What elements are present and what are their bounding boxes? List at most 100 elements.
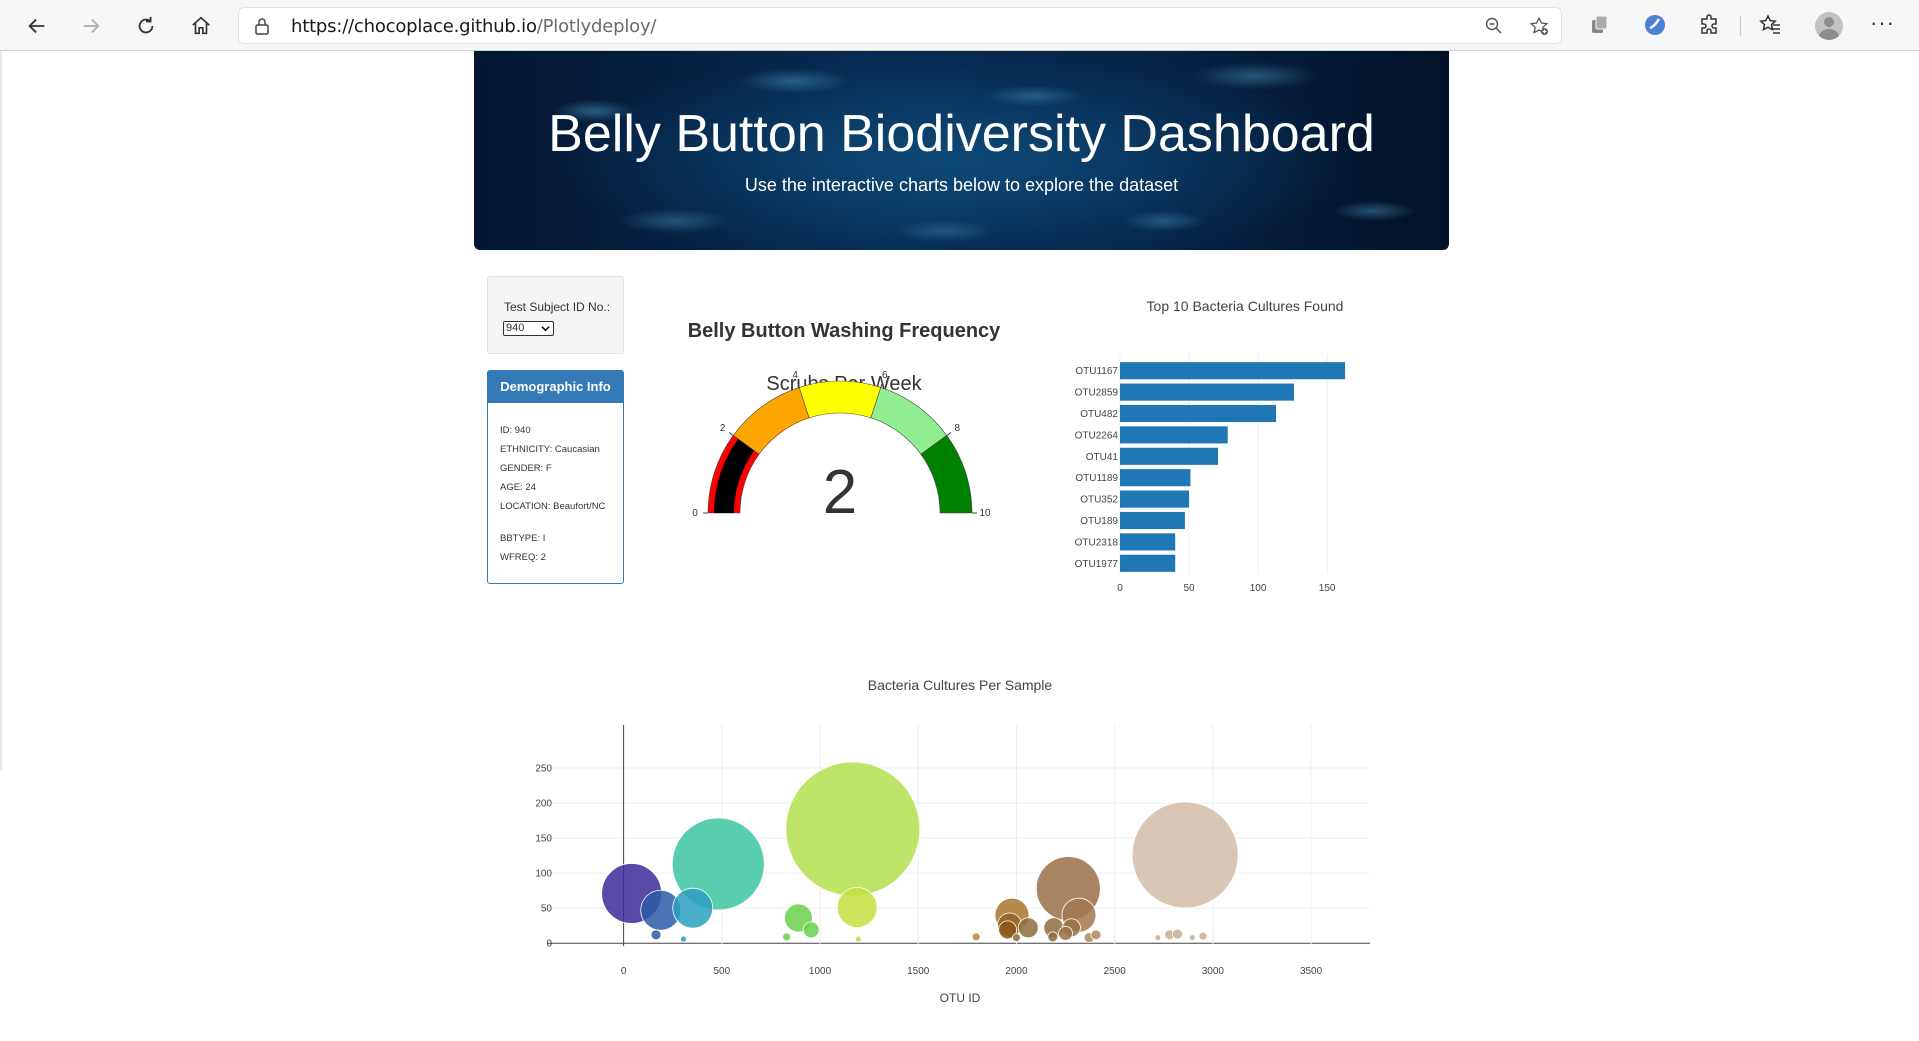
bubble-x-tick-label: 2000 (1005, 966, 1028, 977)
bubble-otu-1195[interactable] (854, 935, 862, 943)
gauge-band-2 (798, 380, 882, 419)
bubble-otu-2950[interactable] (1198, 931, 1208, 941)
washing-frequency-gauge: Belly Button Washing Frequency Scrubs Pe… (688, 320, 1001, 527)
bar-category-label: OTU482 (1080, 409, 1118, 420)
gauge-tick-label: 6 (882, 370, 888, 381)
bubble-otu-1189[interactable] (836, 887, 878, 928)
bar-OTU1167[interactable] (1120, 362, 1346, 380)
browser-toolbar: https://chocoplace.github.io/Plotlydeplo… (0, 0, 1919, 51)
url-text: https://chocoplace.github.io/Plotlydeplo… (291, 16, 656, 37)
bubble-otu-955[interactable] (802, 921, 820, 939)
bubble-otu-830[interactable] (782, 932, 792, 942)
gauge-tick-label: 4 (792, 370, 798, 381)
refresh-button[interactable] (128, 8, 164, 44)
bar-category-label: OTU41 (1086, 452, 1119, 463)
page-subtitle: Use the interactive charts below to expl… (744, 175, 1179, 195)
bubble-otu-2000[interactable] (1012, 933, 1021, 942)
favorites-icon[interactable] (1758, 13, 1782, 37)
home-icon (192, 16, 210, 35)
bar-category-label: OTU1189 (1075, 473, 1118, 484)
bubble-otu-1795[interactable] (971, 932, 981, 942)
bubble-otu-2820[interactable] (1172, 928, 1183, 940)
extension-swirl-icon[interactable] (1643, 13, 1667, 37)
bubble-otu-2859[interactable] (1131, 801, 1239, 909)
bubble-x-tick-label: 2500 (1104, 966, 1127, 977)
bubble-x-tick-label: 500 (713, 966, 730, 977)
bar-category-label: OTU2859 (1075, 388, 1119, 399)
bubble-otu-352[interactable] (672, 887, 714, 929)
forward-button[interactable] (73, 8, 109, 44)
zoom-icon[interactable] (1484, 16, 1504, 36)
gauge-tick-label: 2 (720, 423, 726, 434)
bubble-otu-2060[interactable] (1017, 917, 1039, 939)
bar-OTU41[interactable] (1120, 447, 1219, 465)
add-favorite-icon[interactable] (1529, 16, 1549, 36)
gauge-title: Belly Button Washing Frequency (688, 320, 1001, 342)
gauge-tick-label: 10 (979, 508, 991, 519)
gauge-tick-label: 8 (955, 423, 961, 434)
header-banner: Belly Button Biodiversity Dashboard Use … (474, 51, 1449, 250)
bubble-x-tick-label: 0 (621, 966, 627, 977)
url-path: /Plotlydeploy/ (536, 16, 657, 37)
gauge-value: 2 (823, 458, 857, 527)
demographic-panel: Demographic Info ID: 940 ETHNICITY: Cauc… (487, 370, 624, 584)
bubble-otu-2895[interactable] (1188, 934, 1196, 941)
back-button[interactable] (19, 8, 55, 44)
gauge-tick-label: 0 (692, 508, 698, 519)
bar-category-label: OTU1167 (1075, 366, 1118, 377)
bubble-otu-305[interactable] (680, 935, 687, 943)
bubble-y-tick-label: 150 (535, 834, 552, 845)
bar-x-tick-label: 100 (1250, 583, 1267, 594)
bubble-y-tick-label: 200 (535, 799, 552, 810)
back-arrow-icon (28, 18, 45, 34)
more-menu-button[interactable]: ··· (1870, 10, 1895, 36)
bar-category-label: OTU2318 (1075, 537, 1119, 548)
lock-icon (255, 18, 269, 35)
address-bar[interactable]: https://chocoplace.github.io/Plotlydeplo… (238, 7, 1562, 44)
page-left-edge (0, 51, 2, 771)
demographic-bbtype: BBTYPE: I (500, 533, 546, 544)
bar-chart-title: Top 10 Bacteria Cultures Found (1147, 298, 1344, 314)
bar-category-label: OTU2264 (1075, 430, 1119, 441)
bubble-otu-2185[interactable] (1047, 931, 1059, 943)
subject-selector-panel: Test Subject ID No.: 940 (487, 276, 624, 354)
bubble-y-tick-label: 0 (546, 939, 552, 950)
bar-OTU352[interactable] (1120, 490, 1190, 508)
bar-x-tick-label: 50 (1183, 583, 1195, 594)
bar-x-tick-label: 0 (1117, 583, 1123, 594)
profile-avatar[interactable] (1815, 12, 1843, 40)
bar-category-label: OTU189 (1080, 516, 1118, 527)
collections-icon[interactable] (1588, 13, 1612, 37)
url-host: https://chocoplace.github.io (291, 16, 537, 37)
bubble-x-tick-label: 1500 (907, 966, 930, 977)
bar-OTU2859[interactable] (1120, 383, 1294, 401)
bubble-otu-2405[interactable] (1090, 929, 1102, 941)
page-title: Belly Button Biodiversity Dashboard (548, 105, 1375, 163)
bar-OTU189[interactable] (1120, 511, 1185, 530)
bar-x-tick-label: 150 (1319, 583, 1336, 594)
bubble-otu-2250[interactable] (1058, 925, 1073, 941)
demographic-age: AGE: 24 (500, 482, 536, 493)
bar-OTU482[interactable] (1120, 404, 1277, 423)
bubble-otu-2720[interactable] (1154, 934, 1162, 941)
demographic-ethnicity: ETHNICITY: Caucasian (500, 444, 600, 455)
bubble-x-tick-label: 1000 (809, 966, 832, 977)
home-button[interactable] (183, 8, 219, 44)
bubble-otu-165[interactable] (650, 929, 662, 941)
bubble-otu-1167[interactable] (785, 761, 921, 897)
demographic-wfreq: WFREQ: 2 (500, 552, 546, 563)
extensions-puzzle-icon[interactable] (1698, 13, 1722, 37)
chevron-down-icon (541, 326, 550, 332)
bar-OTU1977[interactable] (1120, 554, 1176, 572)
subject-id-dropdown[interactable]: 940 (503, 321, 554, 336)
demographic-location: LOCATION: Beaufort/NC (500, 501, 606, 512)
bar-OTU2318[interactable] (1120, 533, 1176, 551)
demographic-panel-title: Demographic Info (488, 371, 623, 403)
bubble-y-tick-label: 250 (535, 764, 552, 775)
gauge-value-bar (714, 438, 755, 513)
bar-OTU2264[interactable] (1120, 426, 1228, 444)
bubble-x-tick-label: 3000 (1202, 966, 1225, 977)
bubble-chart: Bacteria Cultures Per Sample 0 50 100 150 20… (535, 677, 1370, 1005)
bar-category-label: OTU1977 (1075, 559, 1119, 570)
bar-OTU1189[interactable] (1120, 469, 1191, 487)
